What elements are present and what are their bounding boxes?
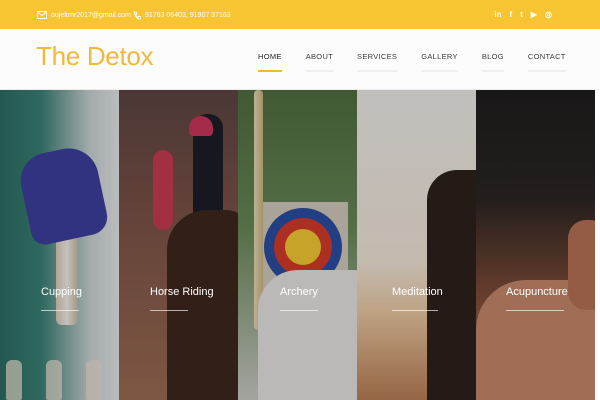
instagram-icon[interactable]: ◎ [545, 9, 552, 20]
facebook-icon[interactable]: f [510, 9, 513, 20]
panel-overlay [238, 90, 357, 400]
linkedin-icon[interactable]: in [494, 9, 501, 20]
menu-item-blog[interactable]: BLOG [481, 52, 504, 72]
main-navbar: The Detox HOME ABOUT SERVICES GALLERY BL… [0, 29, 600, 90]
envelope-icon [37, 11, 47, 19]
youtube-icon[interactable]: ▶ [531, 9, 537, 20]
top-bar: oujeltrnr2017@gmail.com 91763 06403, 919… [0, 0, 600, 29]
service-underline [41, 310, 79, 311]
main-menu: HOME ABOUT SERVICES GALLERY BLOG CONTACT [258, 52, 590, 72]
service-underline [280, 310, 318, 311]
service-panel-cupping[interactable]: Cupping [0, 90, 119, 400]
services-strip: Cupping Horse Riding Archery Meditation … [0, 90, 600, 400]
menu-item-contact[interactable]: CONTACT [527, 52, 566, 72]
phone-text: 91763 06403, 91907 37163 [145, 11, 231, 19]
panel-overlay [476, 90, 595, 400]
menu-item-home[interactable]: HOME [258, 52, 282, 72]
service-underline [150, 310, 188, 311]
menu-item-gallery[interactable]: GALLERY [421, 52, 458, 72]
service-underline [392, 310, 438, 311]
service-label: Meditation [392, 286, 443, 298]
panel-overlay [357, 90, 476, 400]
menu-item-services[interactable]: SERVICES [357, 52, 398, 72]
service-label: Archery [280, 286, 318, 298]
email-contact[interactable]: oujeltrnr2017@gmail.com [37, 8, 131, 22]
menu-item-about[interactable]: ABOUT [305, 52, 334, 72]
service-label: Horse Riding [150, 286, 214, 298]
service-panel-horse-riding[interactable]: Horse Riding [119, 90, 238, 400]
panel-overlay [119, 90, 238, 400]
phone-contact[interactable]: 91763 06403, 91907 37163 [133, 8, 231, 22]
service-panel-meditation[interactable]: Meditation [357, 90, 476, 400]
service-label: Acupuncture [506, 286, 568, 298]
service-underline [506, 310, 564, 311]
phone-icon [133, 11, 141, 20]
social-links: in f t ▶ ◎ [494, 9, 552, 20]
service-panel-acupuncture[interactable]: Acupuncture [476, 90, 595, 400]
twitter-icon[interactable]: t [520, 9, 523, 20]
site-logo[interactable]: The Detox [36, 41, 154, 72]
service-panel-archery[interactable]: Archery [238, 90, 357, 400]
email-text: oujeltrnr2017@gmail.com [51, 11, 131, 19]
panel-overlay [0, 90, 119, 400]
service-label: Cupping [41, 286, 82, 298]
